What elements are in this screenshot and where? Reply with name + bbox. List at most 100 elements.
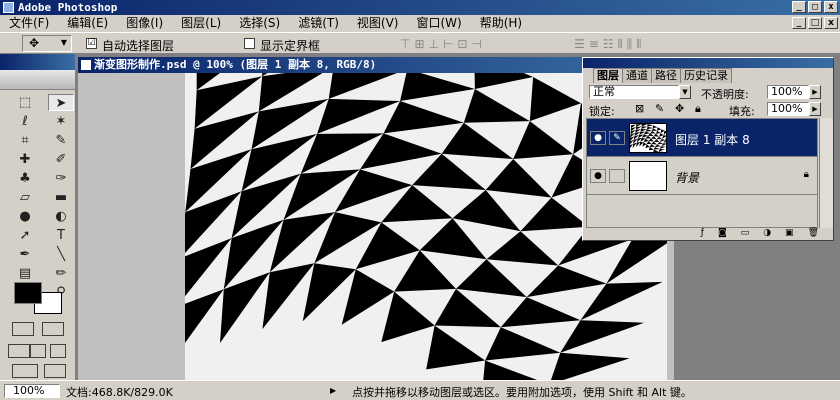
tab-history[interactable]: 历史记录: [680, 68, 732, 83]
foreground-color-swatch[interactable]: [14, 282, 42, 304]
crop-tool-icon[interactable]: ⌗: [12, 132, 38, 149]
layer-name[interactable]: 背景: [675, 169, 699, 186]
eye-icon[interactable]: ●: [590, 131, 606, 145]
standard-mode-button[interactable]: [12, 322, 34, 336]
adobe-feather-logo[interactable]: [0, 70, 75, 90]
new-group-icon[interactable]: ▭: [741, 227, 750, 240]
menu-bar: 文件(F) 编辑(E) 图像(I) 图层(L) 选择(S) 滤镜(T) 视图(V…: [0, 15, 840, 32]
lock-all-icon[interactable]: 🔒︎: [695, 102, 701, 116]
menu-filter[interactable]: 滤镜(T): [289, 15, 348, 32]
opacity-chevron-right-icon[interactable]: ▶: [809, 85, 821, 99]
menu-edit[interactable]: 编辑(E): [58, 15, 117, 32]
path-selection-tool-icon[interactable]: ➚: [12, 227, 38, 244]
photoshop-app-icon: [3, 2, 14, 13]
line-tool-icon[interactable]: ╲: [48, 246, 74, 263]
panel-title-bar[interactable]: [583, 58, 833, 68]
status-menu-arrow-icon[interactable]: ▶: [330, 386, 336, 395]
zoom-level-input[interactable]: 100%: [4, 384, 60, 398]
lock-position-icon[interactable]: ✥: [675, 102, 684, 115]
opacity-input[interactable]: 100%: [767, 85, 809, 99]
layer-row[interactable]: ● ✎ 图层 1 副本 8: [587, 119, 817, 157]
tab-paths[interactable]: 路径: [651, 68, 681, 83]
type-tool-icon[interactable]: T: [48, 227, 74, 244]
healing-brush-tool-icon[interactable]: ✚: [12, 151, 38, 168]
fill-chevron-right-icon[interactable]: ▶: [809, 102, 821, 116]
menu-view[interactable]: 视图(V): [348, 15, 408, 32]
doc-maximize-button[interactable]: □: [808, 17, 822, 29]
adjustment-layer-icon[interactable]: ◑: [763, 227, 771, 240]
pattern-triangle: [419, 218, 487, 260]
menu-help[interactable]: 帮助(H): [471, 15, 531, 32]
tool-preset-picker[interactable]: ✥ ▼: [22, 35, 72, 52]
align-hcenter-icon[interactable]: ⊡: [457, 37, 467, 51]
jump-to-edit-button[interactable]: [44, 364, 66, 378]
brush-tool-icon[interactable]: ✐: [48, 151, 74, 168]
doc-minimize-button[interactable]: _: [792, 17, 806, 29]
delete-layer-icon[interactable]: 🗑︎: [808, 227, 819, 240]
blur-tool-icon[interactable]: ●: [12, 208, 38, 225]
layers-scrollbar[interactable]: [819, 118, 833, 228]
screen-mode-standard-button[interactable]: [8, 344, 30, 358]
eyedropper-tool-icon[interactable]: ✏: [48, 265, 74, 282]
dodge-tool-icon[interactable]: ◐: [48, 208, 74, 225]
menu-window[interactable]: 窗口(W): [407, 15, 470, 32]
layer-style-icon[interactable]: ƒ: [701, 227, 704, 240]
align-top-icon[interactable]: ⊤: [400, 37, 410, 51]
align-vcenter-icon[interactable]: ⊞: [414, 37, 424, 51]
align-bottom-icon[interactable]: ⊥: [429, 37, 439, 51]
lasso-tool-icon[interactable]: ℓ: [12, 113, 38, 130]
distribute-hcenter-icon[interactable]: ⫼: [627, 37, 633, 52]
layer-name[interactable]: 图层 1 副本 8: [675, 131, 750, 148]
magic-wand-tool-icon[interactable]: ✶: [48, 113, 74, 130]
new-layer-icon[interactable]: ▣: [785, 227, 794, 240]
screen-mode-full-menu-button[interactable]: [30, 344, 46, 358]
distribute-right-icon[interactable]: ⦀: [636, 37, 641, 52]
distribute-top-icon[interactable]: ☰: [574, 37, 585, 52]
screen-mode-full-button[interactable]: [50, 344, 66, 358]
align-right-icon[interactable]: ⊣: [471, 37, 481, 51]
gradient-tool-icon[interactable]: ▬: [48, 189, 74, 206]
brush-icon[interactable]: [609, 169, 625, 183]
tab-layers[interactable]: 图层: [593, 68, 623, 83]
opacity-label: 不透明度:: [701, 88, 749, 101]
minimize-button[interactable]: _: [792, 1, 806, 13]
blend-mode-select[interactable]: 正常: [589, 85, 679, 99]
lock-transparency-icon[interactable]: ⊠: [635, 102, 644, 115]
menu-layer[interactable]: 图层(L): [172, 15, 230, 32]
pattern-triangle: [434, 288, 501, 328]
document-size[interactable]: 文档:468.8K/829.0K: [66, 384, 173, 400]
layer-mask-icon[interactable]: ◙: [718, 227, 727, 240]
doc-close-button[interactable]: x: [824, 17, 838, 29]
fill-input[interactable]: 100%: [767, 102, 809, 116]
align-left-icon[interactable]: ⊢: [443, 37, 453, 51]
jump-to-imageready-button[interactable]: [12, 364, 38, 378]
marquee-tool-icon[interactable]: ⬚: [12, 94, 38, 111]
move-tool-icon[interactable]: ➤: [48, 94, 74, 111]
clone-stamp-tool-icon[interactable]: ♣: [12, 170, 38, 187]
blend-mode-chevron-down-icon[interactable]: ▼: [679, 85, 691, 99]
eraser-tool-icon[interactable]: ▱: [12, 189, 38, 206]
panel-bottom-toolbar: ƒ ◙ ▭ ◑ ▣ 🗑︎: [583, 227, 833, 240]
menu-select[interactable]: 选择(S): [230, 15, 289, 32]
menu-file[interactable]: 文件(F): [0, 15, 58, 32]
quick-mask-button[interactable]: [42, 322, 64, 336]
distribute-bottom-icon[interactable]: ☷: [603, 37, 614, 52]
eye-icon[interactable]: ●: [590, 169, 606, 183]
menu-image[interactable]: 图像(I): [117, 15, 172, 32]
maximize-button[interactable]: □: [808, 1, 822, 13]
brush-icon[interactable]: ✎: [609, 131, 625, 145]
layer-row[interactable]: ● 背景 🔒︎: [587, 157, 817, 195]
pattern-triangle: [486, 231, 559, 266]
show-bounding-box-checkbox[interactable]: [244, 38, 255, 49]
toolbox-header[interactable]: [0, 54, 75, 70]
slice-tool-icon[interactable]: ✎: [48, 132, 74, 149]
distribute-left-icon[interactable]: ⫴: [618, 37, 623, 52]
pen-tool-icon[interactable]: ✒: [12, 246, 38, 263]
close-button[interactable]: x: [824, 1, 838, 13]
auto-select-layer-checkbox[interactable]: ☑: [86, 38, 97, 49]
history-brush-tool-icon[interactable]: ✑: [48, 170, 74, 187]
notes-tool-icon[interactable]: ▤: [12, 265, 38, 282]
distribute-vcenter-icon[interactable]: ≡: [589, 37, 599, 52]
lock-pixels-icon[interactable]: ✎: [655, 102, 664, 115]
tab-channels[interactable]: 通道: [622, 68, 652, 83]
